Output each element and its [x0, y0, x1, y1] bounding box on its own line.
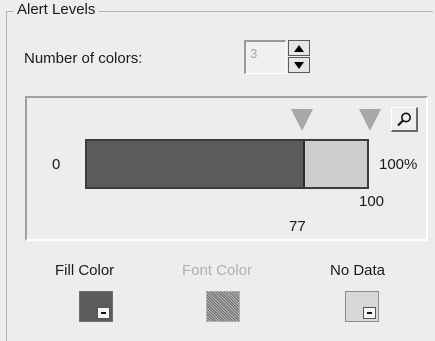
- chevron-down-icon: [97, 307, 110, 319]
- spin-up-button[interactable]: [288, 40, 310, 56]
- group-title: Alert Levels: [14, 1, 99, 19]
- threshold-marker-icon[interactable]: [291, 109, 313, 131]
- threshold-top-value: 100: [359, 193, 385, 210]
- scale-max-label: 100%: [379, 156, 418, 173]
- alert-level-bar[interactable]: [85, 139, 369, 189]
- fill-color-picker[interactable]: [79, 291, 113, 322]
- number-of-colors-label: Number of colors:: [24, 50, 143, 67]
- threshold-mid-value: 77: [289, 218, 306, 235]
- scale-min-label: 0: [52, 156, 61, 173]
- number-of-colors-input[interactable]: 3: [244, 40, 286, 74]
- fill-color-label: Fill Color: [55, 262, 115, 279]
- arrow-down-icon: [294, 61, 304, 69]
- spin-down-button[interactable]: [288, 57, 310, 73]
- no-data-label: No Data: [330, 262, 386, 279]
- magnifier-icon: [396, 112, 411, 126]
- arrow-up-icon: [294, 44, 304, 52]
- font-color-label: Font Color: [182, 262, 253, 279]
- zoom-button[interactable]: [391, 107, 418, 132]
- font-color-picker: [206, 291, 240, 322]
- no-data-color-picker[interactable]: [345, 291, 379, 322]
- bar-fill-segment: [87, 141, 305, 187]
- chevron-down-icon: [363, 307, 376, 319]
- threshold-marker-icon[interactable]: [359, 109, 381, 131]
